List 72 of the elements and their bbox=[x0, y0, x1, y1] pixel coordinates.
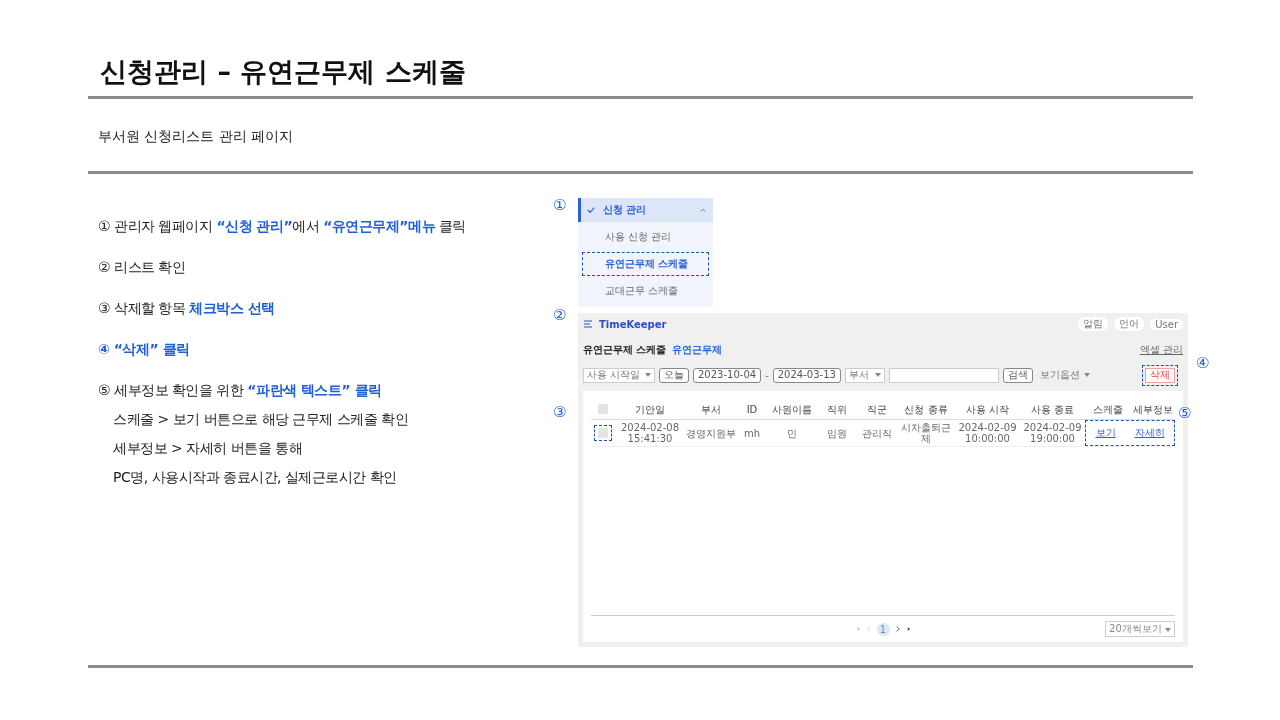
step-detail: 세부정보 > 자세히 버튼을 통해 bbox=[113, 439, 304, 458]
column-header: 세부정보 bbox=[1131, 403, 1174, 415]
step-text: ④ “삭제” 클릭 bbox=[98, 340, 191, 359]
header-button[interactable]: 언어 bbox=[1114, 317, 1145, 331]
menu-header[interactable]: 신청 관리 bbox=[578, 198, 713, 222]
header-button[interactable]: 알림 bbox=[1078, 317, 1109, 331]
step-text: ② 리스트 확인 bbox=[98, 258, 187, 277]
table-cell: 경영지원부 bbox=[685, 427, 737, 439]
table-cell-text: 2024-02-08 15:41:30 bbox=[619, 422, 681, 444]
menu-item[interactable]: 유연근무제 스케줄 bbox=[582, 252, 709, 276]
caret-icon bbox=[1083, 373, 1090, 377]
today-button[interactable]: 오늘 bbox=[659, 367, 689, 383]
page-title: 유연근무제 스케줄 bbox=[583, 343, 667, 357]
menu-item[interactable]: 사용 신청 관리 bbox=[582, 225, 709, 249]
excel-link[interactable]: 엑셀 관리 bbox=[1139, 343, 1183, 357]
step-text: ⑤ 세부정보 확인을 위한 “파란색 텍스트” 클릭 bbox=[98, 381, 383, 400]
user-avatar[interactable]: User bbox=[1150, 318, 1183, 330]
column-header: 직위 bbox=[826, 403, 848, 415]
table-cell-text: 임원 bbox=[826, 427, 848, 439]
last-page-icon bbox=[905, 626, 912, 632]
caret-icon bbox=[645, 373, 651, 377]
menu-icon bbox=[583, 319, 593, 329]
step-detail: 스케줄 > 보기 버튼으로 해당 근무제 스케줄 확인 bbox=[113, 410, 410, 429]
search-button[interactable]: 검색 bbox=[1002, 367, 1033, 383]
chevron-icon bbox=[699, 206, 707, 214]
breadcrumb: 유연근무제 bbox=[672, 343, 724, 357]
callout-number: ① bbox=[553, 196, 567, 214]
date-range-separator: - bbox=[765, 369, 769, 381]
search-field[interactable] bbox=[888, 367, 999, 383]
step-text: ③ 삭제할 항목 체크박스 선택 bbox=[98, 299, 276, 318]
menu-item[interactable]: 교대근무 스케줄 bbox=[582, 279, 709, 303]
column-header: ID bbox=[745, 403, 759, 415]
table-link[interactable]: 자세히 bbox=[1134, 426, 1165, 440]
brand-logo: TimeKeeper bbox=[599, 318, 668, 330]
end-date-field[interactable]: 2024-03-13 bbox=[772, 367, 841, 383]
date-type-select[interactable]: 사용 시작일 bbox=[583, 367, 655, 383]
view-options-dropdown[interactable]: 보기옵션 bbox=[1036, 367, 1093, 383]
callout-number: ④ bbox=[1196, 354, 1210, 372]
table-cell-text: 민 bbox=[786, 427, 798, 439]
column-header: 사용 종료 bbox=[1029, 403, 1076, 415]
caret-icon bbox=[1165, 628, 1171, 632]
row-checkbox[interactable] bbox=[594, 425, 612, 441]
page-size-select[interactable]: 20개씩보기 bbox=[1105, 621, 1175, 637]
start-date-field[interactable]: 2023-10-04 bbox=[693, 367, 762, 383]
table-cell-text: 2024-02-09 10:00:00 bbox=[957, 422, 1018, 444]
column-header: 사용 시작 bbox=[964, 403, 1011, 415]
column-header: 스케줄 bbox=[1091, 403, 1124, 415]
delete-button[interactable]: 삭제 bbox=[1145, 367, 1175, 383]
department-select[interactable]: 부서 bbox=[844, 367, 885, 383]
table-cell-text: 시차출퇴근제 bbox=[900, 422, 952, 444]
column-header: 신청 종류 bbox=[903, 403, 949, 415]
caret-icon bbox=[874, 373, 881, 377]
callout-number: ② bbox=[553, 306, 567, 324]
callout-number: ③ bbox=[553, 403, 567, 421]
previous-icon bbox=[865, 626, 872, 632]
table-cell-text: 관리직 bbox=[861, 427, 893, 439]
slide-title: 신청관리 – 유연근무제 스케줄 bbox=[100, 55, 467, 89]
column-header: 부서 bbox=[700, 403, 722, 415]
page-number[interactable]: 1 bbox=[876, 622, 890, 636]
step-detail: PC명, 사용시작과 종료시간, 실제근로시간 확인 bbox=[113, 468, 398, 487]
first-page-icon bbox=[854, 626, 861, 632]
step-text: ① 관리자 웹페이지 “신청 관리”에서 “유연근무제”메뉴 클릭 bbox=[98, 217, 467, 236]
table-cell-text: mh bbox=[742, 427, 762, 439]
column-header: 사원이름 bbox=[771, 403, 813, 415]
next-icon bbox=[894, 626, 901, 632]
check-icon bbox=[587, 206, 595, 214]
table-cell-text: 2024-02-09 19:00:00 bbox=[1022, 422, 1083, 444]
table-link[interactable]: 보기 bbox=[1095, 426, 1116, 440]
column-header: 직군 bbox=[866, 403, 888, 415]
column-header: 기안일 bbox=[634, 403, 666, 415]
slide-subtitle: 부서원 신청리스트 관리 페이지 bbox=[98, 127, 295, 146]
callout-number: ⑤ bbox=[1178, 404, 1192, 422]
